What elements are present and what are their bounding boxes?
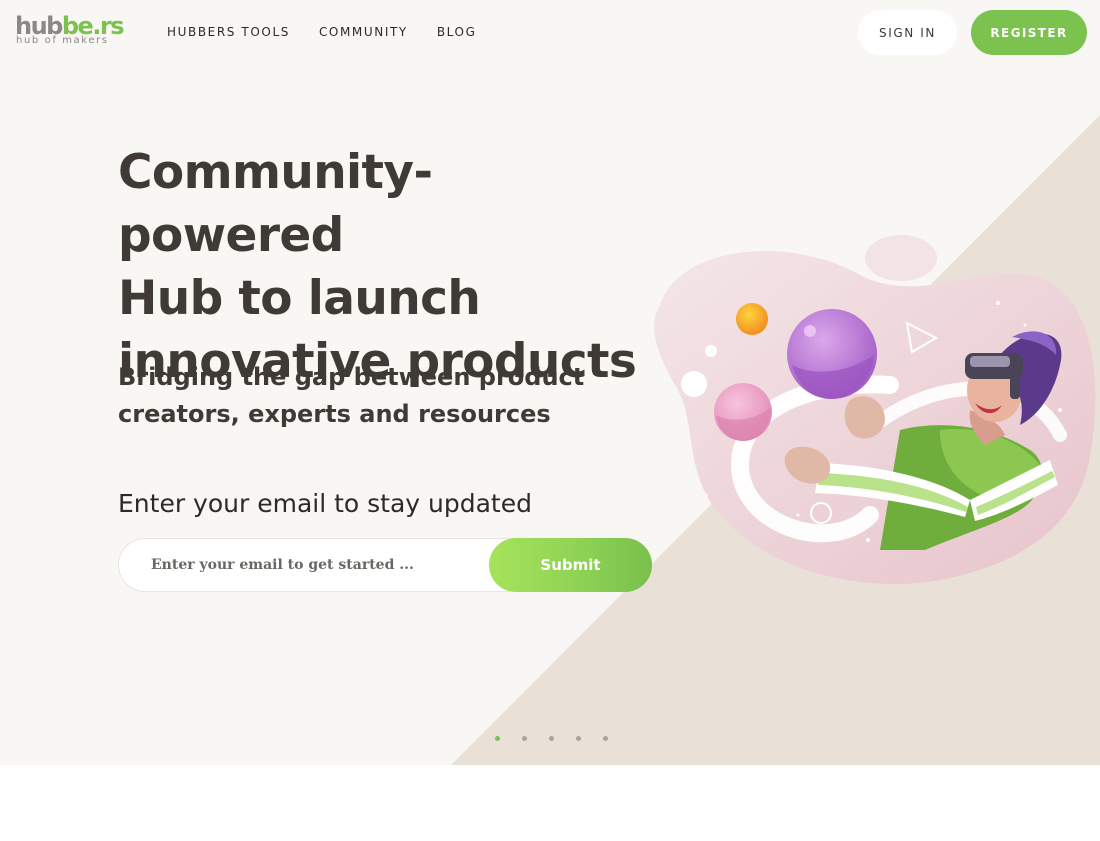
main-nav: HUBBERS TOOLS COMMUNITY BLOG: [167, 24, 505, 40]
nav-hubbers-tools[interactable]: HUBBERS TOOLS: [167, 24, 290, 40]
hero-subheadline: Bridging the gap between product creator…: [118, 359, 638, 433]
hubbers-logo[interactable]: hubbe.rs hub of makers: [15, 12, 125, 48]
purple-planet: [787, 309, 877, 399]
vr-astronaut-illustration: [654, 235, 1096, 585]
hero-subheadline-line-2: creators, experts and resources: [118, 400, 551, 428]
carousel-dot-1[interactable]: [495, 736, 500, 741]
carousel-indicators: [495, 736, 630, 741]
sign-in-button[interactable]: SIGN IN: [858, 10, 957, 55]
hero-headline-line-1: Community-powered: [118, 145, 433, 263]
nav-community[interactable]: COMMUNITY: [319, 24, 408, 40]
carousel-dot-2[interactable]: [522, 736, 527, 741]
email-signup-form: Submit: [118, 538, 652, 592]
carousel-dot-4[interactable]: [576, 736, 581, 741]
hero-section: hubbe.rs hub of makers HUBBERS TOOLS COM…: [0, 0, 1100, 765]
small-white-planet: [681, 371, 707, 397]
hero-headline-line-2: Hub to launch: [118, 271, 481, 326]
register-button[interactable]: REGISTER: [971, 10, 1087, 55]
email-signup-prompt: Enter your email to stay updated: [118, 489, 532, 518]
tiny-white-dot: [705, 345, 717, 357]
pink-planet: [714, 383, 772, 441]
hero-subheadline-line-1: Bridging the gap between product: [118, 363, 585, 391]
orange-planet: [736, 303, 768, 335]
logo-tagline: hub of makers: [16, 35, 109, 46]
site-header: hubbe.rs hub of makers HUBBERS TOOLS COM…: [0, 0, 1100, 64]
hero-headline: Community-powered Hub to launch innovati…: [118, 141, 638, 393]
carousel-dot-3[interactable]: [549, 736, 554, 741]
email-input[interactable]: [118, 538, 518, 592]
nav-blog[interactable]: BLOG: [437, 24, 477, 40]
submit-button[interactable]: Submit: [489, 538, 652, 592]
carousel-dot-5[interactable]: [603, 736, 608, 741]
